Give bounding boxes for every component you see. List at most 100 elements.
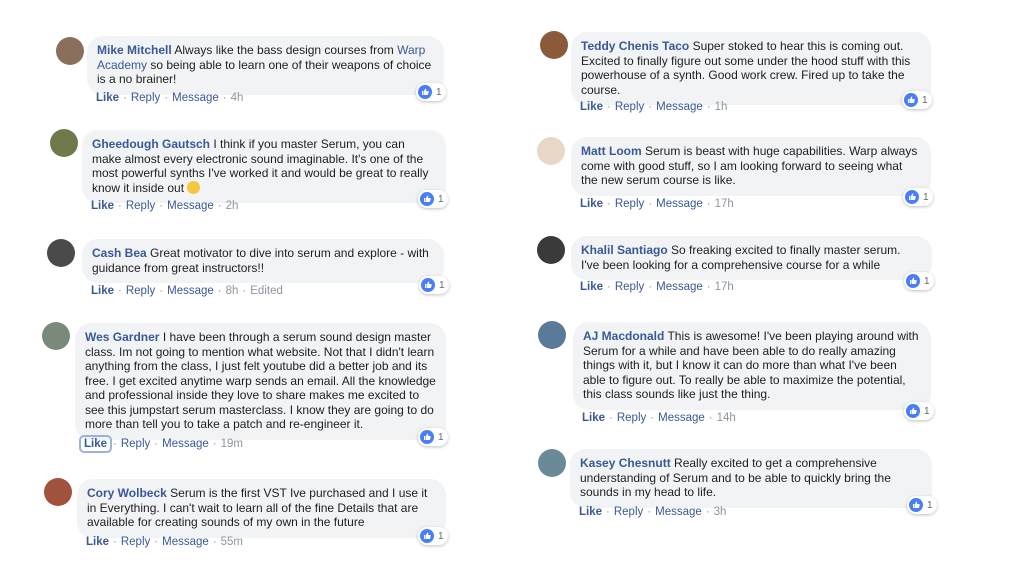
- like-reaction-icon: [905, 190, 919, 204]
- avatar[interactable]: [540, 31, 568, 59]
- reaction-count[interactable]: 1: [907, 496, 937, 514]
- like-button[interactable]: Like: [78, 435, 113, 453]
- timestamp[interactable]: 1h: [715, 101, 728, 113]
- like-reaction-icon: [418, 85, 432, 99]
- like-reaction-icon: [420, 529, 434, 543]
- reply-button[interactable]: Reply: [121, 438, 150, 450]
- comment-actions: Like · Reply · Message · 17h: [580, 281, 734, 293]
- reaction-count[interactable]: 1: [416, 83, 446, 101]
- message-button[interactable]: Message: [167, 285, 214, 297]
- comment-bubble: Mike Mitchell Always like the bass desig…: [87, 36, 444, 95]
- like-button[interactable]: Like: [91, 200, 114, 212]
- message-button[interactable]: Message: [656, 101, 703, 113]
- reaction-count[interactable]: 1: [418, 190, 448, 208]
- comment-actions: Like · Reply · Message · 55m: [86, 536, 243, 548]
- timestamp[interactable]: 2h: [226, 200, 239, 212]
- comment-author[interactable]: Cory Wolbeck: [87, 486, 167, 500]
- avatar[interactable]: [537, 137, 565, 165]
- comment-text: I have been through a serum sound design…: [85, 330, 436, 431]
- comment-actions: Like · Reply · Message · 1h: [580, 101, 728, 113]
- reaction-number: 1: [436, 86, 442, 98]
- reaction-count[interactable]: 1: [419, 276, 449, 294]
- timestamp[interactable]: 55m: [221, 536, 243, 548]
- timestamp[interactable]: 17h: [715, 198, 734, 210]
- reply-button[interactable]: Reply: [615, 198, 644, 210]
- comment-bubble: Kasey Chesnutt Really excited to get a c…: [570, 449, 932, 508]
- timestamp[interactable]: 4h: [231, 92, 244, 104]
- comment-author[interactable]: Mike Mitchell: [97, 43, 172, 57]
- like-button[interactable]: Like: [91, 285, 114, 297]
- avatar[interactable]: [42, 322, 70, 350]
- message-button[interactable]: Message: [167, 200, 214, 212]
- avatar[interactable]: [50, 129, 78, 157]
- reaction-count[interactable]: 1: [903, 188, 933, 206]
- grinning-face-emoji: [187, 180, 201, 194]
- reaction-number: 1: [924, 275, 930, 287]
- comment-bubble: Matt Loom Serum is beast with huge capab…: [571, 137, 931, 196]
- message-button[interactable]: Message: [172, 92, 219, 104]
- reaction-count[interactable]: 1: [418, 527, 448, 545]
- avatar[interactable]: [47, 239, 75, 267]
- reaction-count[interactable]: 1: [902, 91, 932, 109]
- reaction-number: 1: [438, 431, 444, 443]
- message-button[interactable]: Message: [162, 438, 209, 450]
- message-button[interactable]: Message: [162, 536, 209, 548]
- comment-author[interactable]: Wes Gardner: [85, 330, 159, 344]
- reply-button[interactable]: Reply: [131, 92, 160, 104]
- comment-actions: Like · Reply · Message · 3h: [579, 506, 727, 518]
- reaction-count[interactable]: 1: [904, 402, 934, 420]
- reaction-number: 1: [923, 191, 929, 203]
- like-button[interactable]: Like: [580, 101, 603, 113]
- comment-bubble: Teddy Chenis Taco Super stoked to hear t…: [571, 32, 931, 105]
- comment-author[interactable]: Khalil Santiago: [581, 243, 668, 257]
- comment-text: so being able to learn one of their weap…: [97, 57, 432, 87]
- reply-button[interactable]: Reply: [126, 285, 155, 297]
- comment-bubble: Wes Gardner I have been through a serum …: [75, 323, 446, 440]
- message-button[interactable]: Message: [656, 281, 703, 293]
- reply-button[interactable]: Reply: [126, 200, 155, 212]
- avatar[interactable]: [538, 449, 566, 477]
- timestamp[interactable]: 19m: [221, 438, 243, 450]
- comment-author[interactable]: Matt Loom: [581, 144, 642, 158]
- reaction-number: 1: [927, 499, 933, 511]
- avatar[interactable]: [56, 37, 84, 65]
- like-reaction-icon: [904, 93, 918, 107]
- timestamp[interactable]: 14h: [717, 412, 736, 424]
- reply-button[interactable]: Reply: [615, 101, 644, 113]
- comment-author[interactable]: Teddy Chenis Taco: [581, 39, 689, 53]
- message-button[interactable]: Message: [655, 506, 702, 518]
- reply-button[interactable]: Reply: [121, 536, 150, 548]
- like-button[interactable]: Like: [580, 198, 603, 210]
- timestamp[interactable]: 17h: [715, 281, 734, 293]
- reaction-number: 1: [922, 94, 928, 106]
- comment-bubble: Khalil Santiago So freaking excited to f…: [571, 236, 932, 280]
- like-button[interactable]: Like: [86, 536, 109, 548]
- reply-button[interactable]: Reply: [617, 412, 646, 424]
- reaction-count[interactable]: 1: [904, 272, 934, 290]
- like-button[interactable]: Like: [580, 281, 603, 293]
- timestamp[interactable]: 3h: [714, 506, 727, 518]
- reply-button[interactable]: Reply: [614, 506, 643, 518]
- comment-author[interactable]: AJ Macdonald: [583, 329, 664, 343]
- avatar[interactable]: [538, 321, 566, 349]
- like-reaction-icon: [909, 498, 923, 512]
- comment-author[interactable]: Cash Bea: [92, 246, 147, 260]
- reaction-count[interactable]: 1: [418, 428, 448, 446]
- comment-author[interactable]: Kasey Chesnutt: [580, 456, 671, 470]
- avatar[interactable]: [44, 478, 72, 506]
- like-button[interactable]: Like: [579, 506, 602, 518]
- comment-author[interactable]: Gheedough Gautsch: [92, 137, 210, 151]
- comment-actions: Like · Reply · Message · 19m: [78, 435, 243, 453]
- comment-actions: Like · Reply · Message · 8h · Edited: [91, 285, 283, 297]
- timestamp[interactable]: 8h: [226, 285, 239, 297]
- reaction-number: 1: [438, 193, 444, 205]
- like-button[interactable]: Like: [582, 412, 605, 424]
- reaction-number: 1: [439, 279, 445, 291]
- like-button[interactable]: Like: [96, 92, 119, 104]
- reply-button[interactable]: Reply: [615, 281, 644, 293]
- message-button[interactable]: Message: [658, 412, 705, 424]
- comment-actions: Like · Reply · Message · 2h: [91, 200, 239, 212]
- avatar[interactable]: [537, 236, 565, 264]
- message-button[interactable]: Message: [656, 198, 703, 210]
- like-reaction-icon: [421, 278, 435, 292]
